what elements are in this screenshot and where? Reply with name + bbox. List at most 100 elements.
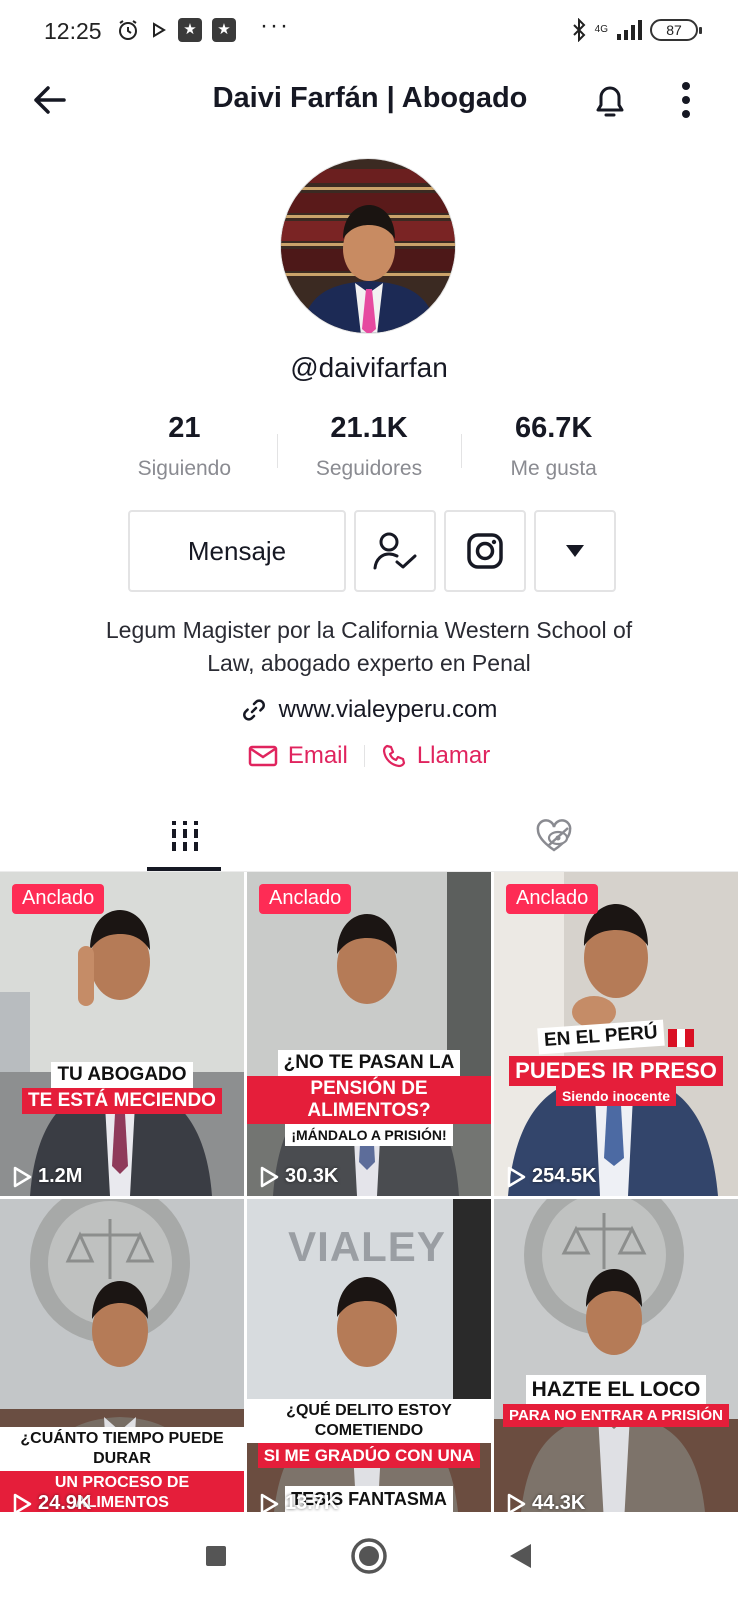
video-caption: HAZTE EL LOCO PARA NO ENTRAR A PRISIÓN [494,1375,738,1427]
stat-label: Me gusta [510,457,597,480]
recents-button[interactable] [194,1534,238,1578]
stat-value: 66.7K [514,412,593,444]
suggested-accounts-button[interactable] [534,510,616,592]
video-thumbnail[interactable]: ¿CUÁNTO TIEMPO PUEDE DURAR UN PROCESO DE… [0,1199,244,1512]
status-notification-icons: ★ ★ ··· [116,12,290,42]
view-count-value: 30.3K [285,1165,339,1187]
stat-value: 21 [168,412,201,444]
video-frame [247,872,491,1196]
status-bar: 12:25 ★ ★ ··· 4G 87 [0,0,738,64]
divider [363,745,365,767]
stat-following[interactable]: 21 Siguiendo [92,412,277,492]
notifications-button[interactable] [588,78,632,122]
network-type: 4G [594,24,608,35]
caption-line: ¡MÁNDALO A PRISIÓN! [285,1124,453,1146]
bluetooth-icon [572,18,586,42]
user-check-icon [373,532,417,570]
peru-flag-icon [668,1028,695,1047]
view-count-value: 1.2M [38,1165,83,1187]
play-icon [13,1493,32,1512]
video-caption: ¿NO TE PASAN LA PENSIÓN DE ALIMENTOS? ¡M… [247,1050,491,1146]
email-button[interactable]: Email [248,742,348,770]
pinned-badge: Anclado [506,884,599,914]
grid-videos-icon [171,821,198,851]
view-count: 13.7K [259,1492,338,1512]
video-thumbnail[interactable]: Anclado ¿NO TE PASAN LA PENSIÓN DE ALIME… [247,872,491,1196]
app-notification-icon: ★ [178,18,202,42]
page-title: Daivi Farfán | Abogado [212,82,528,114]
caption-line: ¿NO TE PASAN LA [277,1050,461,1076]
stat-value: 21.1K [330,412,408,444]
mail-icon [248,745,278,767]
view-count: 1.2M [12,1165,82,1188]
instagram-icon [467,533,503,569]
link-text: www.vialeyperu.com [278,696,498,723]
more-vertical-icon [682,82,690,118]
liked-hidden-icon [536,819,571,852]
circle-home-icon [351,1538,387,1574]
video-thumbnail[interactable]: Anclado EN EL PERÚ PUEDES IR PRESO Siend… [494,872,738,1196]
play-store-icon [153,22,166,38]
profile-bio: Legum Magister por la California Western… [40,614,698,680]
view-count-value: 44.3K [532,1492,586,1512]
tab-liked[interactable] [369,800,738,872]
signal-icon [617,20,642,40]
triangle-back-icon [510,1544,531,1568]
phone-icon [382,744,405,768]
status-system-icons: 4G 87 [571,18,702,42]
video-frame [0,872,244,1196]
view-count: 30.3K [259,1165,338,1188]
view-count: 24.9K [12,1492,91,1512]
bio-link[interactable]: www.vialeyperu.com [0,696,738,724]
video-grid: Anclado TU ABOGADO TE ESTÁ MECIENDO 1.2M… [0,872,738,1512]
view-count-value: 254.5K [532,1165,597,1187]
pinned-badge: Anclado [259,884,352,914]
play-icon [260,1166,279,1187]
profile-photo [281,159,455,333]
email-label: Email [287,742,348,769]
play-icon [260,1493,279,1512]
play-icon [13,1166,32,1187]
video-thumbnail[interactable]: HAZTE EL LOCO PARA NO ENTRAR A PRISIÓN 4… [494,1199,738,1512]
bio-line: Legum Magister por la California Western… [105,617,633,643]
more-notifications-icon: ··· [260,12,290,39]
caption-line: ¿QUÉ DELITO ESTOY COMETIENDO [247,1399,491,1443]
video-thumbnail[interactable]: Anclado TU ABOGADO TE ESTÁ MECIENDO 1.2M [0,872,244,1196]
link-icon [242,699,265,721]
play-icon [507,1493,526,1512]
bio-line: Law, abogado experto en Penal [207,650,531,676]
caption-line: EN EL PERÚ [537,1019,665,1055]
call-button[interactable]: Llamar [381,742,490,770]
watermark-logo: VIALEY [288,1223,446,1270]
stat-likes[interactable]: 66.7K Me gusta [461,412,646,492]
square-recents-icon [206,1546,226,1566]
message-button[interactable]: Mensaje [128,510,346,592]
video-caption: EN EL PERÚ PUEDES IR PRESO Siendo inocen… [494,1019,738,1106]
caption-line: ¿CUÁNTO TIEMPO PUEDE DURAR [0,1427,244,1471]
more-options-button[interactable] [668,78,704,122]
caption-line: SI ME GRADÚO CON UNA [257,1443,481,1468]
back-button[interactable] [30,80,70,120]
profile-header: Daivi Farfán | Abogado [0,64,738,136]
back-nav-button[interactable] [498,1534,542,1578]
battery-icon: 87 [650,19,702,41]
system-navigation-bar [0,1512,738,1600]
bell-icon [596,86,624,117]
instagram-button[interactable] [444,510,526,592]
view-count: 44.3K [506,1492,585,1512]
call-label: Llamar [416,742,491,769]
back-arrow-icon [34,86,66,114]
video-frame [494,1199,738,1512]
avatar[interactable] [280,158,456,334]
pinned-badge: Anclado [12,884,105,914]
home-button[interactable] [347,1534,391,1578]
stat-label: Seguidores [315,457,423,480]
caption-line: PENSIÓN DE ALIMENTOS? [247,1076,491,1124]
caption-line: PARA NO ENTRAR A PRISIÓN [503,1404,729,1427]
tab-videos[interactable] [0,800,369,872]
video-thumbnail[interactable]: VIALEY ¿QUÉ DELITO ESTOY COMETIENDO SI M… [247,1199,491,1512]
caption-line: TU ABOGADO [51,1062,193,1088]
stat-followers[interactable]: 21.1K Seguidores [276,412,462,492]
caption-line: TE ESTÁ MECIENDO [22,1088,222,1114]
following-status-button[interactable] [354,510,436,592]
